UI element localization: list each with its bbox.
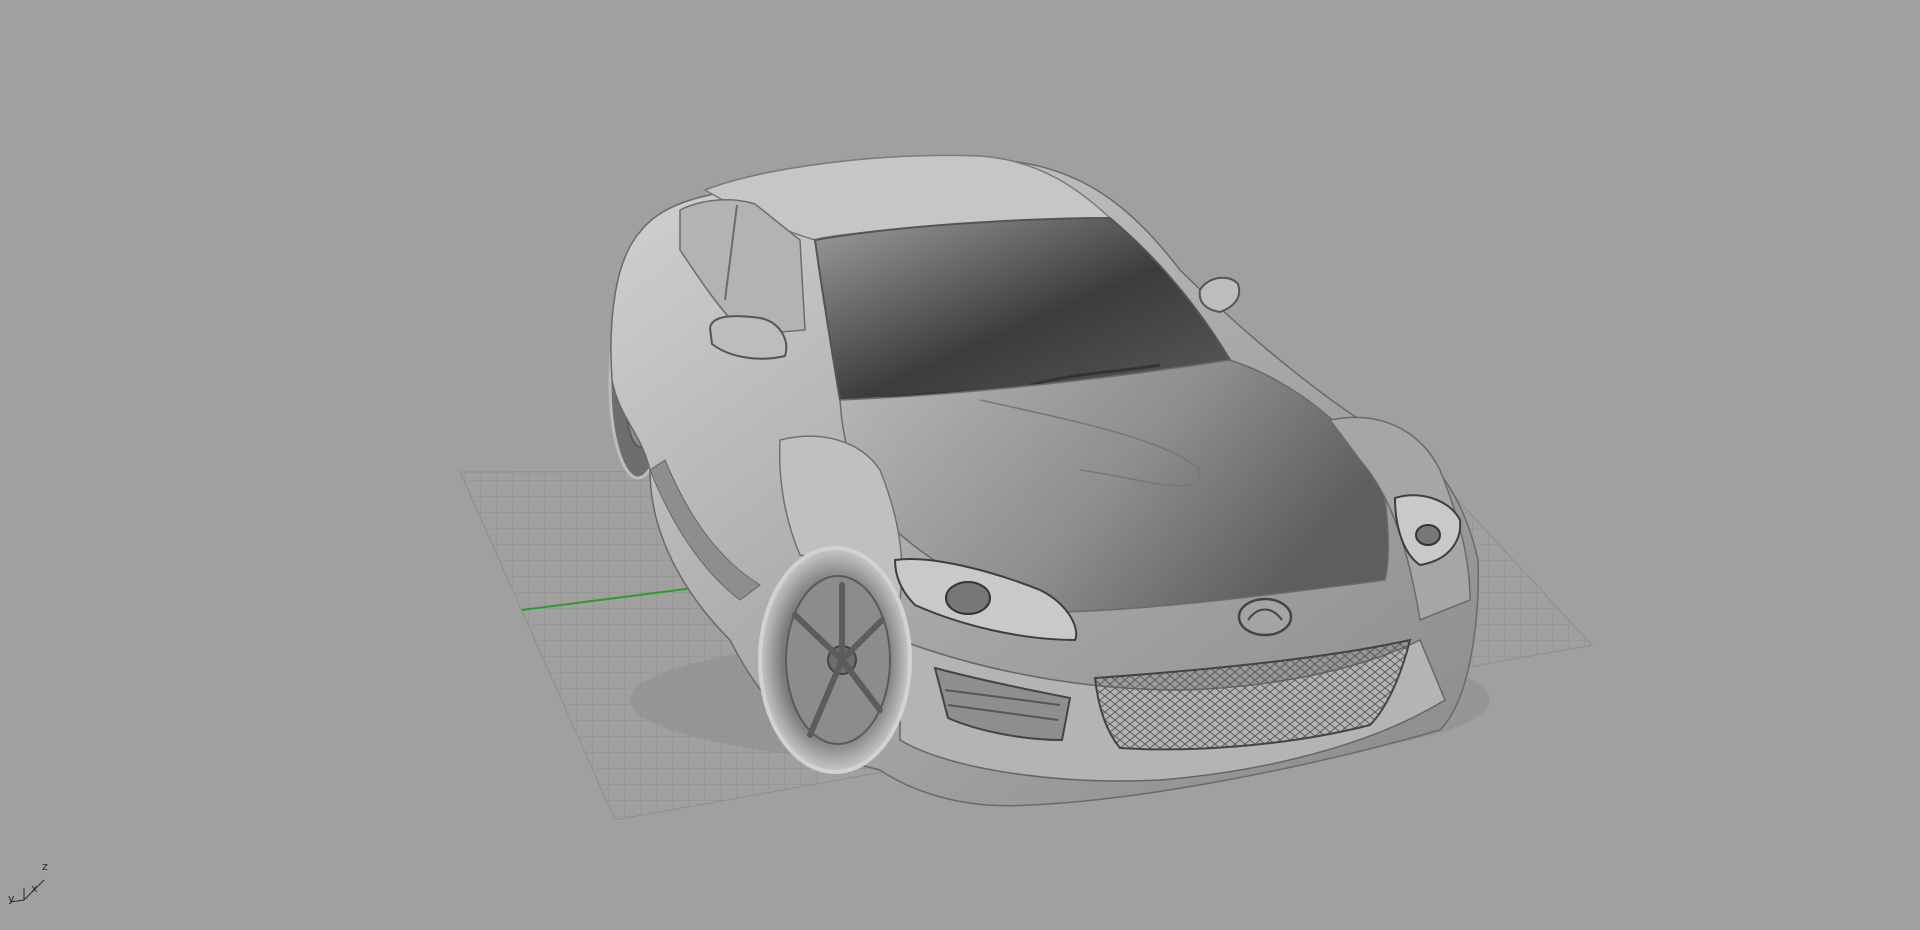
front-left-wheel[interactable] [758,546,912,774]
y-axis-label: y [8,892,15,905]
car-model[interactable] [608,154,1490,807]
3d-viewport[interactable]: x y z [0,0,1920,930]
brand-emblem [1237,597,1293,637]
z-axis-label: z [42,860,48,873]
right-mirror [1198,276,1241,314]
scene-canvas[interactable] [0,0,1920,930]
x-axis-label: x [31,882,38,895]
axis-orientation-widget: x y z [8,860,48,905]
